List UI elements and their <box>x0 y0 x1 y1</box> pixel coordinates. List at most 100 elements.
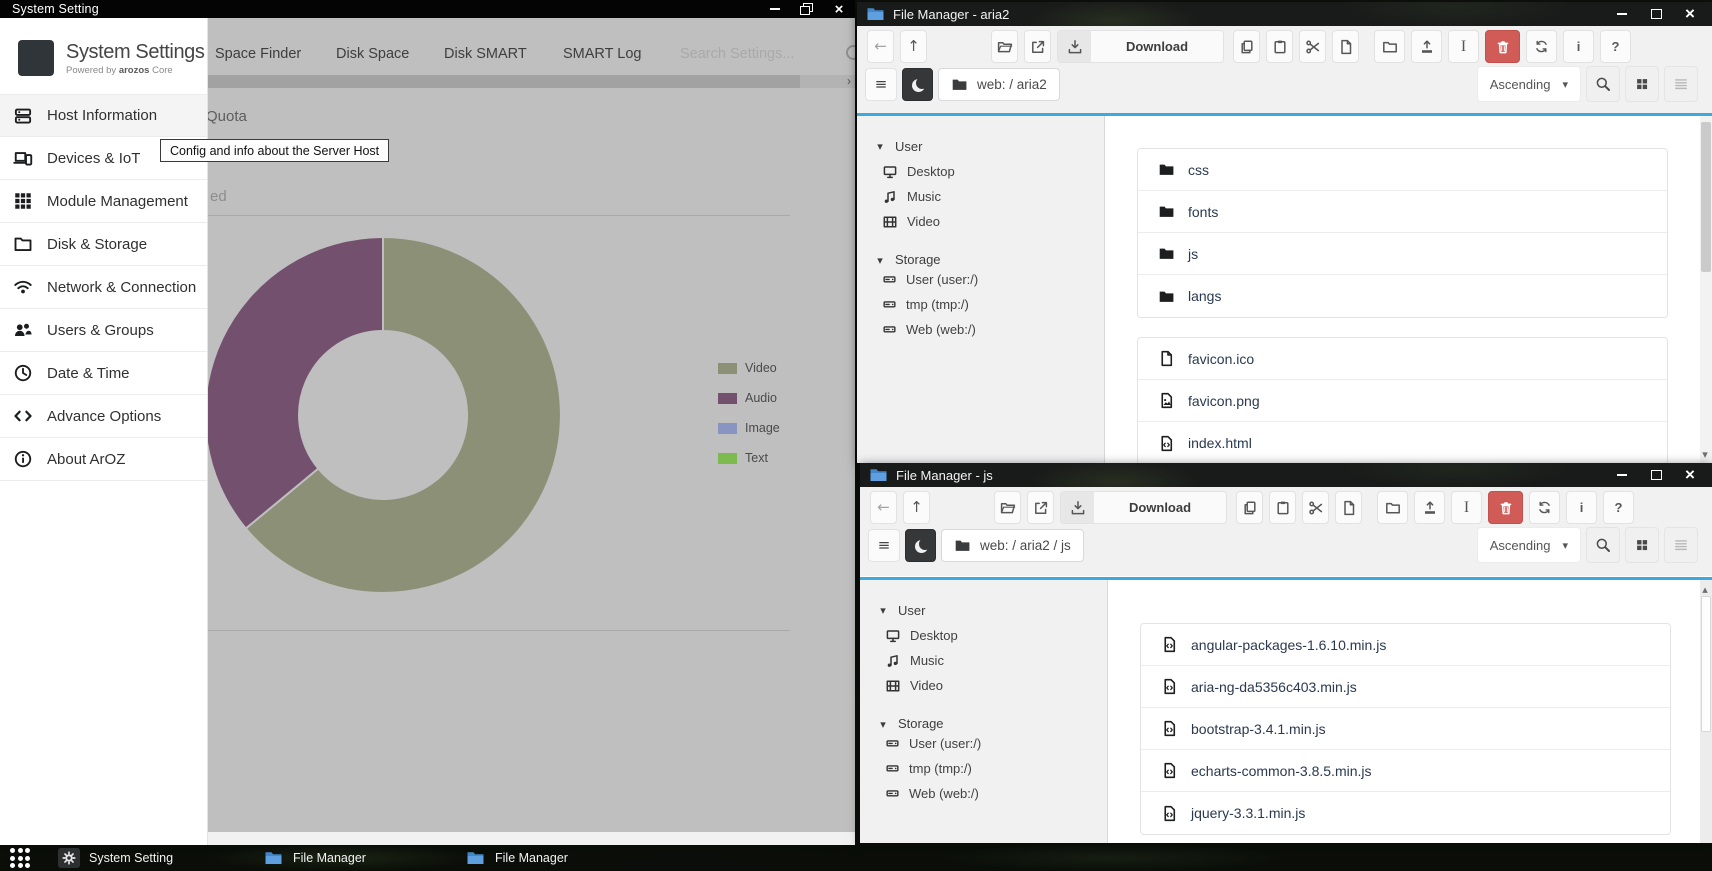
search-button[interactable] <box>1586 527 1620 563</box>
cut-button[interactable] <box>1302 491 1329 524</box>
taskbar-item-file-manager[interactable]: File Manager <box>262 845 366 871</box>
app-launcher-icon[interactable] <box>10 848 36 868</box>
tree-item-web-web-[interactable]: Web (web:/) <box>857 317 1104 342</box>
tab-smart-log[interactable]: SMART Log <box>563 46 641 62</box>
sidebar-item-host-information[interactable]: Host Information <box>0 94 207 137</box>
tree-item-video[interactable]: Video <box>857 209 1104 234</box>
info-button[interactable]: i <box>1563 30 1594 63</box>
menu-button[interactable]: ≡ <box>868 529 900 562</box>
cut-button[interactable] <box>1299 30 1326 63</box>
file-row[interactable]: bootstrap-3.4.1.min.js <box>1141 708 1670 750</box>
legend-item-image[interactable]: Image <box>718 422 780 434</box>
breadcrumb[interactable]: web: / aria2 / js <box>941 529 1084 562</box>
new-file-button[interactable] <box>1332 30 1359 63</box>
caret-down-icon[interactable]: ▾ <box>876 718 890 731</box>
taskbar-item-file-manager[interactable]: File Manager <box>464 845 568 871</box>
restore-button[interactable] <box>799 2 815 16</box>
tree-item-tmp-tmp-[interactable]: tmp (tmp:/) <box>857 292 1104 317</box>
copy-button[interactable] <box>1236 491 1263 524</box>
tree-item-music[interactable]: Music <box>857 184 1104 209</box>
tree-item-tmp-tmp-[interactable]: tmp (tmp:/) <box>860 756 1107 781</box>
maximize-button[interactable] <box>1648 468 1664 482</box>
legend-item-audio[interactable]: Audio <box>718 392 780 404</box>
sidebar-item-advance-options[interactable]: Advance Options <box>0 395 207 438</box>
tab-disk-smart[interactable]: Disk SMART <box>444 46 527 62</box>
file-row[interactable]: angular-packages-1.6.10.min.js <box>1141 624 1670 666</box>
file-row[interactable]: favicon.png <box>1138 380 1667 422</box>
tree-section-user[interactable]: ▾User <box>857 134 1104 159</box>
tab-disk-space[interactable]: Disk Space <box>336 46 409 62</box>
open-folder-button[interactable] <box>994 491 1021 524</box>
delete-button[interactable] <box>1485 30 1520 63</box>
back-button[interactable]: ← <box>867 30 894 63</box>
tree-item-web-web-[interactable]: Web (web:/) <box>860 781 1107 806</box>
tree-item-desktop[interactable]: Desktop <box>857 159 1104 184</box>
tree-item-user-user-[interactable]: User (user:/) <box>857 267 1104 292</box>
taskbar-item-system-setting[interactable]: System Setting <box>58 845 173 871</box>
sidebar-item-disk-storage[interactable]: Disk & Storage <box>0 223 207 266</box>
dark-mode-button[interactable] <box>902 68 933 101</box>
chevron-right-icon[interactable]: › <box>847 75 851 88</box>
vertical-scrollbar[interactable]: ▴ <box>1700 580 1712 843</box>
file-row[interactable]: fonts <box>1138 191 1667 233</box>
tab-space-finder[interactable]: Space Finder <box>215 46 301 62</box>
menu-button[interactable]: ≡ <box>865 68 897 101</box>
up-button[interactable]: ↑ <box>900 30 927 63</box>
scrollbar-thumb[interactable] <box>1701 122 1711 272</box>
file-row[interactable]: index.html <box>1138 422 1667 463</box>
caret-down-icon[interactable]: ▾ <box>876 604 890 617</box>
legend-item-text[interactable]: Text <box>718 452 780 464</box>
external-link-button[interactable] <box>1027 491 1054 524</box>
file-row[interactable]: css <box>1138 149 1667 191</box>
tree-section-storage[interactable]: ▾Storage <box>857 234 1104 267</box>
scroll-up-icon[interactable]: ▴ <box>1698 583 1712 596</box>
list-view-button[interactable] <box>1664 66 1698 102</box>
refresh-button[interactable] <box>1529 491 1560 524</box>
sort-order-dropdown[interactable]: Ascending▾ <box>1477 66 1581 102</box>
new-folder-button[interactable] <box>1377 491 1408 524</box>
scrollbar-thumb[interactable] <box>208 75 800 88</box>
help-button[interactable]: ? <box>1600 30 1631 63</box>
file-row[interactable]: js <box>1138 233 1667 275</box>
file-row[interactable]: aria-ng-da5356c403.min.js <box>1141 666 1670 708</box>
new-folder-button[interactable] <box>1374 30 1405 63</box>
external-link-button[interactable] <box>1024 30 1051 63</box>
file-row[interactable]: langs <box>1138 275 1667 317</box>
download-button[interactable]: Download <box>1057 30 1224 63</box>
minimize-button[interactable] <box>1614 7 1630 21</box>
vertical-scrollbar[interactable]: ▾ <box>1700 116 1712 463</box>
close-button[interactable]: × <box>1682 7 1698 21</box>
grid-view-button[interactable] <box>1625 527 1659 563</box>
search-button[interactable] <box>1586 66 1620 102</box>
caret-down-icon[interactable]: ▾ <box>873 254 887 267</box>
tree-section-user[interactable]: ▾User <box>860 598 1107 623</box>
file-row[interactable]: echarts-common-3.8.5.min.js <box>1141 750 1670 792</box>
copy-button[interactable] <box>1233 30 1260 63</box>
info-button[interactable]: i <box>1566 491 1597 524</box>
paste-button[interactable] <box>1269 491 1296 524</box>
sidebar-item-module-management[interactable]: Module Management <box>0 180 207 223</box>
list-view-button[interactable] <box>1664 527 1698 563</box>
file-row[interactable]: favicon.ico <box>1138 338 1667 380</box>
upload-button[interactable] <box>1414 491 1445 524</box>
tree-item-music[interactable]: Music <box>860 648 1107 673</box>
open-folder-button[interactable] <box>991 30 1018 63</box>
sidebar-item-about-aroz[interactable]: About ArOZ <box>0 438 207 481</box>
close-button[interactable]: × <box>1682 468 1698 482</box>
sidebar-item-date-time[interactable]: Date & Time <box>0 352 207 395</box>
back-button[interactable]: ← <box>870 491 897 524</box>
tree-item-video[interactable]: Video <box>860 673 1107 698</box>
paste-button[interactable] <box>1266 30 1293 63</box>
system-settings-titlebar[interactable]: System Setting × <box>0 0 855 18</box>
minimize-button[interactable] <box>767 2 783 16</box>
rename-button[interactable]: I <box>1448 30 1479 63</box>
tree-section-storage[interactable]: ▾Storage <box>860 698 1107 731</box>
caret-down-icon[interactable]: ▾ <box>873 140 887 153</box>
scrollbar-thumb[interactable] <box>1701 596 1711 732</box>
sidebar-item-users-groups[interactable]: Users & Groups <box>0 309 207 352</box>
file-row[interactable]: jquery-3.3.1.min.js <box>1141 792 1670 834</box>
help-button[interactable]: ? <box>1603 491 1634 524</box>
up-button[interactable]: ↑ <box>903 491 930 524</box>
grid-view-button[interactable] <box>1625 66 1659 102</box>
sort-order-dropdown[interactable]: Ascending▾ <box>1477 527 1581 563</box>
